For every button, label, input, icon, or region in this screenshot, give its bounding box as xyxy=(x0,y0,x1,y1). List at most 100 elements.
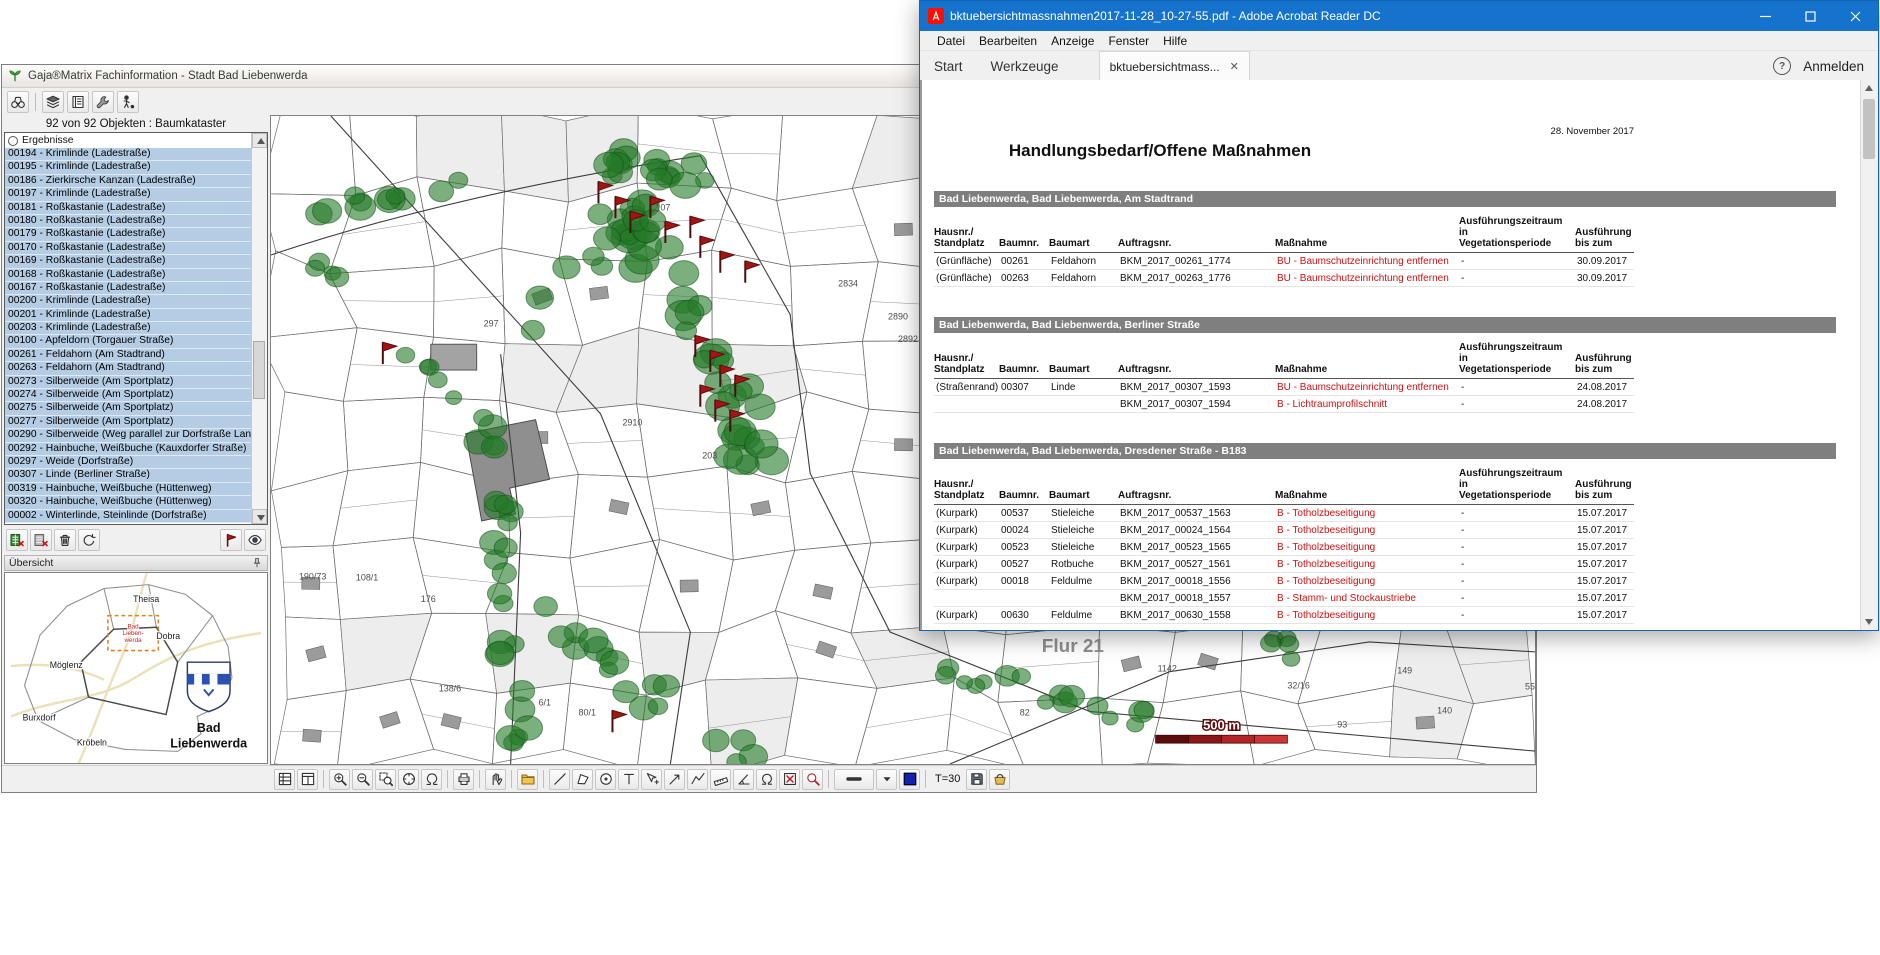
overview-map[interactable]: TheisaDobraMöglenzBurxdorfKröbelnBadLieb… xyxy=(4,572,268,764)
menu-bearbeiten[interactable]: Bearbeiten xyxy=(972,34,1044,48)
open-folder-icon[interactable] xyxy=(517,769,538,790)
tree-list-item[interactable]: 00261 - Feldahorn (Am Stadtrand) xyxy=(5,349,252,362)
report-book-icon[interactable] xyxy=(67,91,89,113)
tree-list-item[interactable]: 00179 - Roßkastanie (Ladestraße) xyxy=(5,228,252,241)
tree-list-item[interactable]: 00194 - Krimlinde (Ladestraße) xyxy=(5,148,252,161)
tree-list-item[interactable]: 00181 - Roßkastanie (Ladestraße) xyxy=(5,202,252,215)
tree-list-item[interactable]: 00002 - Winterlinde, Steinlinde (Dorfstr… xyxy=(5,510,252,523)
draw-polygon-icon[interactable] xyxy=(572,769,593,790)
undo-rotate-icon[interactable] xyxy=(78,529,100,551)
draw-circle-icon[interactable] xyxy=(595,769,616,790)
pan-hand-icon[interactable] xyxy=(485,769,506,790)
tab-document[interactable]: bktuebersichtmass... xyxy=(1099,51,1250,81)
save-icon[interactable] xyxy=(966,769,987,790)
close-button[interactable] xyxy=(1833,1,1878,31)
tree-list-item[interactable]: 00169 - Roßkastanie (Ladestraße) xyxy=(5,255,252,268)
results-group-row[interactable]: Ergebnisse xyxy=(5,133,267,149)
select-plus-icon[interactable] xyxy=(641,769,662,790)
measure-icon[interactable] xyxy=(710,769,731,790)
tree-list-item[interactable]: 00168 - Roßkastanie (Ladestraße) xyxy=(5,269,252,282)
tab-document-label: bktuebersichtmass... xyxy=(1110,60,1220,74)
pin-icon[interactable] xyxy=(251,557,263,569)
zoom-full-icon[interactable] xyxy=(398,769,419,790)
tab-werkzeuge[interactable]: Werkzeuge xyxy=(977,59,1073,81)
tree-list-item[interactable]: 00292 - Hainbuche, Weißbuche (Kauxdorfer… xyxy=(5,443,252,456)
draw-text-icon[interactable] xyxy=(618,769,639,790)
previous-extent-icon[interactable] xyxy=(421,769,442,790)
scroll-thumb[interactable] xyxy=(253,341,265,399)
help-icon[interactable] xyxy=(1773,57,1791,75)
scroll-thumb[interactable] xyxy=(1863,99,1875,159)
tab-start[interactable]: Start xyxy=(920,59,977,81)
menu-hilfe[interactable]: Hilfe xyxy=(1156,34,1194,48)
tree-list-item[interactable]: 00186 - Zierkirsche Kanzan (Ladestraße) xyxy=(5,175,252,188)
tree-list-item[interactable]: 00197 - Krimlinde (Ladestraße) xyxy=(5,188,252,201)
zoom-in-icon[interactable] xyxy=(329,769,350,790)
menu-anzeige[interactable]: Anzeige xyxy=(1044,34,1101,48)
pointer-arrow-icon[interactable] xyxy=(664,769,685,790)
delete-box-icon[interactable] xyxy=(779,769,800,790)
tree-list-item[interactable]: 00170 - Roßkastanie (Ladestraße) xyxy=(5,242,252,255)
tree-list-item[interactable]: 00201 - Krimlinde (Ladestraße) xyxy=(5,309,252,322)
tree-list-item[interactable]: 00319 - Hainbuche, Weißbuche (Hüttenweg) xyxy=(5,483,252,496)
zeitraum: - xyxy=(1459,505,1575,522)
color-swatch-blue-icon[interactable] xyxy=(899,769,920,790)
tree-list-item[interactable]: 00320 - Hainbuche, Weißbuche (Hüttenweg) xyxy=(5,496,252,509)
signin-link[interactable]: Anmelden xyxy=(1803,59,1864,74)
tree-list-item[interactable]: 00180 - Roßkastanie (Ladestraße) xyxy=(5,215,252,228)
export-remove-icon[interactable] xyxy=(30,529,52,551)
search-binoculars-icon[interactable] xyxy=(7,91,29,113)
list-scrollbar[interactable] xyxy=(251,133,267,524)
tab-close-icon[interactable] xyxy=(1230,60,1239,73)
basket-icon[interactable] xyxy=(989,769,1010,790)
draw-polyline-icon[interactable] xyxy=(687,769,708,790)
tree-list-item[interactable]: 00275 - Silberweide (Am Sportplatz) xyxy=(5,402,252,415)
zoom-out-icon[interactable] xyxy=(352,769,373,790)
legend-grid-icon[interactable] xyxy=(274,769,295,790)
page-layout-icon[interactable] xyxy=(297,769,318,790)
tree-list-item[interactable]: 00290 - Silberweide (Weg parallel zur Do… xyxy=(5,429,252,442)
tree-list-item[interactable]: 00167 - Roßkastanie (Ladestraße) xyxy=(5,282,252,295)
menu-datei[interactable]: Datei xyxy=(930,34,972,48)
maximize-button[interactable] xyxy=(1788,1,1833,31)
scroll-down-icon[interactable] xyxy=(252,509,267,524)
pdf-titlebar[interactable]: bktuebersichtmassnahmen2017-11-28_10-27-… xyxy=(920,1,1878,31)
survey-person-icon[interactable] xyxy=(117,91,139,113)
layers-icon[interactable] xyxy=(42,91,64,113)
bis: 30.09.2017 xyxy=(1575,253,1634,270)
tree-list-item[interactable]: 00203 - Krimlinde (Ladestraße) xyxy=(5,322,252,335)
results-group-label: Ergebnisse xyxy=(22,135,74,146)
flag-marker-icon[interactable] xyxy=(220,529,242,551)
pdf-scrollbar[interactable] xyxy=(1860,80,1878,630)
tree-list-item[interactable]: 00274 - Silberweide (Am Sportplatz) xyxy=(5,389,252,402)
scroll-down-icon[interactable] xyxy=(1861,613,1877,630)
menu-fenster[interactable]: Fenster xyxy=(1101,34,1156,48)
zoom-select-icon[interactable] xyxy=(802,769,823,790)
toolbar-separator xyxy=(479,770,480,788)
caret-down-icon[interactable] xyxy=(876,769,897,790)
print-icon[interactable] xyxy=(453,769,474,790)
visibility-eye-icon[interactable] xyxy=(244,529,266,551)
tree-list-item[interactable]: 00297 - Weide (Dorfstraße) xyxy=(5,456,252,469)
scroll-up-icon[interactable] xyxy=(252,133,267,148)
zeitraum: - xyxy=(1459,522,1575,539)
tree-list-item[interactable]: 00273 - Silberweide (Am Sportplatz) xyxy=(5,376,252,389)
tree-list-item[interactable]: 00200 - Krimlinde (Ladestraße) xyxy=(5,295,252,308)
auftragsnr: BKM_2017_00527_1561 xyxy=(1118,556,1275,573)
line-width-icon[interactable] xyxy=(834,769,874,790)
tree-list-item[interactable]: 00195 - Krimlinde (Ladestraße) xyxy=(5,161,252,174)
tools-wrench-icon[interactable] xyxy=(92,91,114,113)
coat-of-arms xyxy=(187,662,230,711)
tree-list-item[interactable]: 00263 - Feldahorn (Am Stadtrand) xyxy=(5,362,252,375)
draw-line-icon[interactable] xyxy=(549,769,570,790)
tree-list-item[interactable]: 00307 - Linde (Berliner Straße) xyxy=(5,469,252,482)
scroll-up-icon[interactable] xyxy=(1861,80,1877,97)
minimize-button[interactable] xyxy=(1743,1,1788,31)
zoom-window-icon[interactable] xyxy=(375,769,396,790)
delete-trash-icon[interactable] xyxy=(54,529,76,551)
tree-list-item[interactable]: 00277 - Silberweide (Am Sportplatz) xyxy=(5,416,252,429)
omega-icon[interactable] xyxy=(756,769,777,790)
measure-angle-icon[interactable] xyxy=(733,769,754,790)
tree-list-item[interactable]: 00100 - Apfeldorn (Torgauer Straße) xyxy=(5,335,252,348)
export-table-icon[interactable] xyxy=(6,529,28,551)
